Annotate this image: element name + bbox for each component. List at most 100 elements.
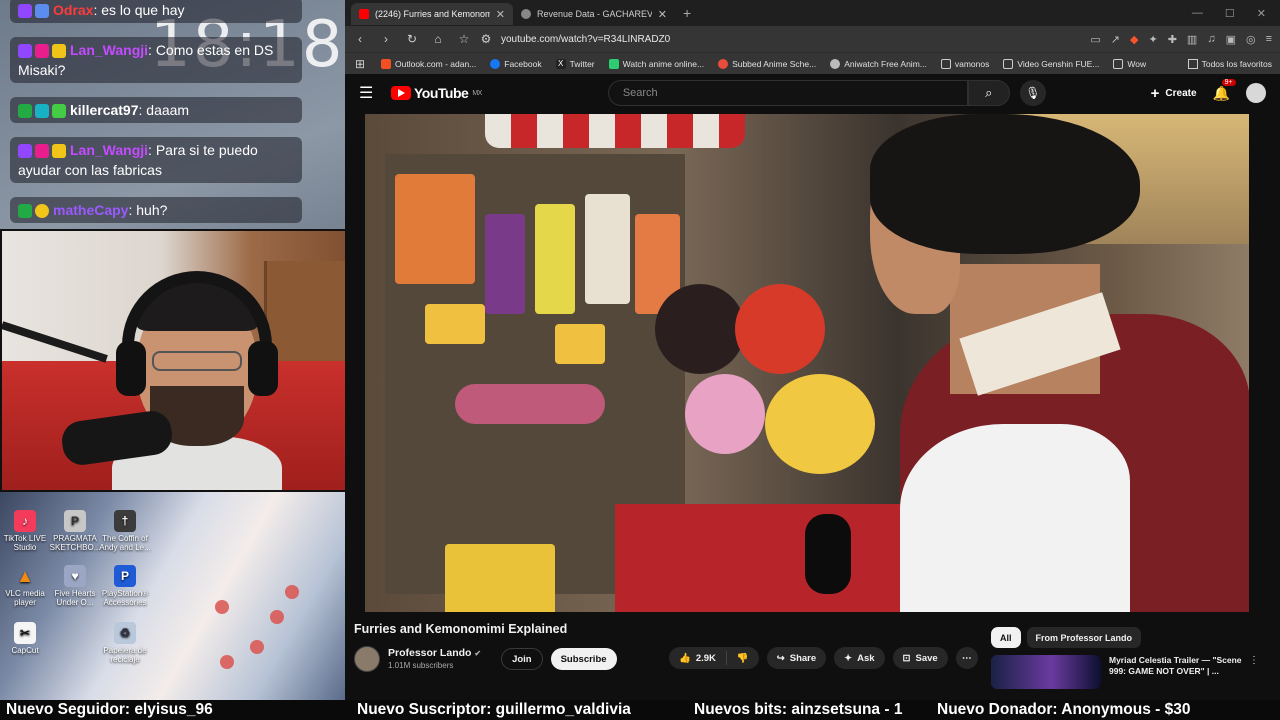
- chat-badge-icon: [52, 44, 66, 59]
- hamburger-menu-icon[interactable]: ☰: [359, 83, 383, 103]
- bookmarks-bar: ⊞ Outlook.com - adan... Facebook X Twitte…: [345, 52, 1280, 74]
- folder-icon: [1003, 58, 1014, 69]
- bookmark-twitter[interactable]: X Twitter: [555, 58, 595, 69]
- like-count: 2.9K: [695, 652, 716, 664]
- chat-badge-icon: [35, 104, 49, 119]
- minimize-icon[interactable]: —: [1192, 7, 1203, 20]
- search-input[interactable]: Search: [607, 80, 968, 106]
- wallet-icon[interactable]: ▣: [1226, 33, 1236, 46]
- chat-message: killercat97: daaam: [10, 97, 302, 123]
- account-avatar[interactable]: [1246, 83, 1266, 103]
- join-button[interactable]: Join: [501, 648, 543, 670]
- home-icon[interactable]: ⌂: [431, 32, 445, 46]
- bookmark-watch-anime[interactable]: Watch anime online...: [608, 58, 704, 69]
- bookmark-icon[interactable]: ☆: [457, 32, 471, 46]
- tab-revenue[interactable]: Revenue Data - GACHAREVENUE ✕: [513, 3, 675, 25]
- chat-message: Odrax: es lo que hay: [10, 0, 302, 23]
- youtube-header: ☰ YouTube MX Search ⌕ 🎙 + Create 🔔 9+: [345, 74, 1280, 112]
- bookmark-subbed-anime[interactable]: Subbed Anime Sche...: [718, 58, 816, 69]
- chat-badge-icon: [18, 44, 32, 59]
- close-icon[interactable]: ✕: [496, 8, 505, 21]
- sparkle-icon: ✦: [844, 652, 853, 664]
- desktop-icon-tiktok-live[interactable]: ♪ TikTok LIVE Studio: [0, 510, 53, 552]
- streamer: [112, 271, 282, 490]
- save-button[interactable]: ⊡ Save: [892, 647, 948, 669]
- extension-icon[interactable]: ✦: [1148, 33, 1157, 46]
- youtube-logo[interactable]: YouTube MX: [391, 85, 482, 101]
- desktop-icon-capcut[interactable]: ✂ CapCut: [0, 622, 53, 655]
- recommended-title[interactable]: Myriad Celestia Trailer — "Scene 999: GA…: [1109, 655, 1249, 695]
- chat-text: : huh?: [128, 202, 168, 218]
- recycle-bin-icon: ♻: [114, 622, 136, 644]
- bookmark-outlook[interactable]: Outlook.com - adan...: [381, 58, 476, 69]
- more-icon[interactable]: ⋮: [1249, 655, 1259, 695]
- verified-icon: ✔: [474, 648, 482, 658]
- more-actions-button[interactable]: ⋯: [955, 647, 978, 669]
- desktop-icon-playstation[interactable]: P PlayStation® Accessories: [97, 565, 153, 607]
- bookmark-facebook[interactable]: Facebook: [490, 58, 542, 69]
- desktop-icon-vlc[interactable]: ▲ VLC media player: [0, 565, 53, 608]
- music-icon[interactable]: ♫: [1207, 33, 1215, 46]
- chat-message: Lan_Wangji: Como estas en DS Misaki?: [10, 37, 302, 83]
- chip-from-channel[interactable]: From Professor Lando: [1026, 627, 1142, 648]
- subscribe-button[interactable]: Subscribe: [550, 648, 617, 670]
- menu-icon[interactable]: ≡: [1266, 33, 1272, 46]
- vpn-icon[interactable]: ◎: [1246, 33, 1256, 46]
- fursuit-head: [685, 374, 765, 454]
- dislike-button[interactable]: 👎: [727, 647, 759, 669]
- screenshot-icon[interactable]: ▭: [1090, 33, 1100, 46]
- video-thumbnail[interactable]: [991, 655, 1101, 689]
- chat-badge-icon: [18, 104, 32, 119]
- address-bar[interactable]: ☆ ⚙ youtube.com/watch?v=R34LINRADZ0: [457, 29, 1078, 49]
- desktop-icon-recycle-bin[interactable]: ♻ Papelera de reciclaje: [97, 622, 153, 664]
- apps-grid-icon[interactable]: ⊞: [353, 57, 367, 71]
- like-button[interactable]: 👍 2.9K: [669, 647, 726, 669]
- chat-badge-icon: [52, 144, 66, 159]
- chat-badge-icon: [52, 104, 66, 119]
- sidebar-icon[interactable]: ▥: [1187, 33, 1197, 46]
- screen: 18:18 ♪ TikTok LIVE Studio P PRAGMATA SK…: [0, 0, 1280, 720]
- extensions-area: ▭ ↗ ◆ ✦ ✚ ▥ ♫ ▣ ◎ ≡: [1090, 33, 1272, 46]
- reload-icon[interactable]: ↻: [405, 32, 419, 46]
- tab-bar: (2246) Furries and Kemonomimi ✕ Revenue …: [345, 0, 1280, 26]
- anime-site-icon: [608, 58, 619, 69]
- stream-ticker: Nuevo Seguidor: elyisus_96 Nuevo Suscrip…: [0, 700, 1280, 720]
- chat-text: : daaam: [138, 102, 190, 118]
- close-icon[interactable]: ✕: [658, 8, 667, 21]
- maximize-icon[interactable]: ☐: [1225, 7, 1235, 20]
- share-button[interactable]: ↪ Share: [766, 647, 827, 669]
- game-icon: ♥: [64, 565, 86, 587]
- video-actions: 👍 2.9K 👎 ↪ Share ✦ Ask ⊡ Save ⋯: [669, 647, 978, 669]
- video-player[interactable]: [365, 114, 1249, 612]
- desktop-icon-coffin[interactable]: † The Coffin of Andy and Le...: [97, 510, 153, 552]
- all-bookmarks[interactable]: Todos los favoritos: [1187, 58, 1272, 69]
- chip-all[interactable]: All: [991, 627, 1021, 648]
- bookmark-wow[interactable]: Wow: [1113, 58, 1146, 69]
- site-info-icon[interactable]: ⚙: [479, 32, 493, 46]
- host: [870, 114, 1249, 612]
- back-icon[interactable]: ‹: [353, 32, 367, 46]
- voice-search-button[interactable]: 🎙: [1019, 80, 1046, 106]
- desktop-icon-five-hearts[interactable]: ♥ Five Hearts Under O...: [47, 565, 103, 607]
- share-icon[interactable]: ↗: [1111, 33, 1120, 46]
- ask-button[interactable]: ✦ Ask: [834, 647, 885, 669]
- puzzle-icon[interactable]: ✚: [1168, 33, 1177, 46]
- notifications-button[interactable]: 🔔 9+: [1213, 78, 1236, 102]
- recommended-video[interactable]: Myriad Celestia Trailer — "Scene 999: GA…: [991, 655, 1271, 695]
- forward-icon[interactable]: ›: [379, 32, 393, 46]
- bookmark-vamonos[interactable]: vamonos: [940, 58, 989, 69]
- brave-shield-icon[interactable]: ◆: [1130, 33, 1138, 46]
- bookmark-aniwatch[interactable]: Aniwatch Free Anim...: [830, 58, 927, 69]
- video-title: Furries and Kemonomimi Explained: [354, 622, 568, 636]
- channel-avatar[interactable]: [354, 646, 380, 672]
- fursuit-head: [655, 284, 745, 374]
- close-window-icon[interactable]: ✕: [1257, 7, 1266, 20]
- thumbs-down-icon: 👎: [736, 652, 749, 664]
- desktop-icon-pragmata[interactable]: P PRAGMATA SKETCHBO...: [47, 510, 103, 552]
- new-tab-button[interactable]: +: [683, 5, 691, 21]
- tab-youtube[interactable]: (2246) Furries and Kemonomimi ✕: [351, 3, 513, 25]
- create-button[interactable]: + Create: [1151, 85, 1197, 102]
- bookmark-video-genshin[interactable]: Video Genshin FUE...: [1003, 58, 1099, 69]
- channel-name[interactable]: Professor Lando ✔: [388, 647, 481, 660]
- search-button[interactable]: ⌕: [967, 80, 1010, 106]
